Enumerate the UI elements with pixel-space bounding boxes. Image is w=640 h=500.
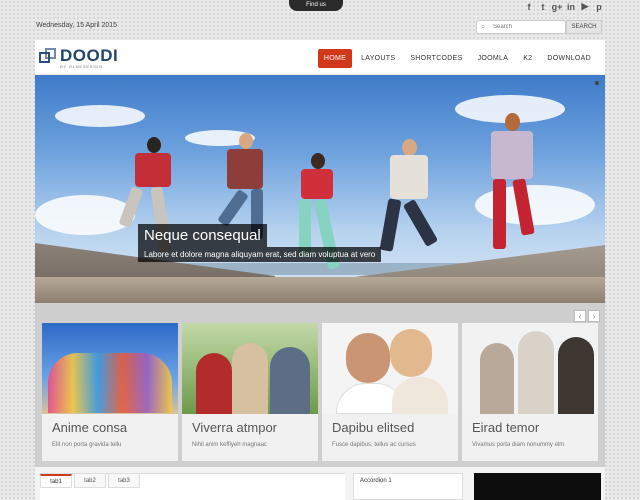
logo-text[interactable]: DOODI [60,46,118,66]
header: DOODI BY OLNESERIDN HOME LAYOUTS SHORTCO… [35,40,605,75]
tab-2[interactable]: tab2 [74,474,106,488]
ground [35,277,605,303]
youtube-icon[interactable]: ▶ [580,1,590,12]
carousel-card[interactable]: Viverra atmpor Nihil anim keffiyeh magna… [182,323,318,461]
logo-tagline: BY OLNESERIDN [60,64,103,69]
nav-layouts[interactable]: LAYOUTS [355,49,401,68]
card-title[interactable]: Anime consa [42,414,178,439]
slide-indicator[interactable] [595,81,599,85]
nav-download[interactable]: DOWNLOAD [541,49,597,68]
tab-3[interactable]: tab3 [108,474,140,488]
carousel-prev-button[interactable]: ‹ [574,310,586,322]
carousel-next-button[interactable]: › [588,310,600,322]
slide-text: Labore et dolore magna aliquyam erat, se… [138,247,382,262]
search-button[interactable]: SEARCH [566,20,602,34]
nav-k2[interactable]: K2 [517,49,538,68]
card-text: Fusce dapibus, tellus ac cursus [332,442,416,448]
card-title[interactable]: Eirad temor [462,414,598,439]
google-plus-icon[interactable]: g+ [552,1,563,12]
main-container: DOODI BY OLNESERIDN HOME LAYOUTS SHORTCO… [35,40,605,500]
card-image[interactable] [42,323,178,414]
card-image[interactable] [462,323,598,414]
facebook-icon[interactable]: f [524,1,534,12]
tab-1[interactable]: tab1 [40,474,72,488]
slide-title: Neque consequal [138,224,267,247]
card-text: Nihil anim keffiyeh magnaac [192,442,267,448]
logo-icon[interactable] [39,48,57,66]
nav-shortcodes[interactable]: SHORTCODES [404,49,468,68]
card-title[interactable]: Dapibu elitsed [322,414,458,439]
social-icons: f t g+ in ▶ p [524,1,604,12]
card-image[interactable] [182,323,318,414]
card-title[interactable]: Viverra atmpor [182,414,318,439]
card-text: Vivamus porta diam nonummy elm [472,442,565,448]
current-date: Wednesday, 15 April 2015 [36,22,118,29]
card-text: Elit non porta gravida tellu [52,442,122,448]
accordion-widget[interactable]: Accordion 1 [353,473,463,500]
linkedin-icon[interactable]: in [566,1,576,12]
tabs-widget: tab1 tab2 tab3 [40,473,345,500]
nav-home[interactable]: HOME [317,49,353,68]
carousel-card[interactable]: Anime consa Elit non porta gravida tellu [42,323,178,461]
carousel-card[interactable]: Eirad temor Vivamus porta diam nonummy e… [462,323,598,461]
bottom-section: tab1 tab2 tab3 Accordion 1 [35,467,605,500]
hero-slider[interactable]: Neque consequal Labore et dolore magna a… [35,75,605,303]
nav-joomla[interactable]: JOOMLA [472,49,515,68]
carousel-card[interactable]: Dapibu elitsed Fusce dapibus, tellus ac … [322,323,458,461]
pinterest-icon[interactable]: p [594,1,604,12]
search-icon: ⌕ [481,22,486,31]
main-nav: HOME LAYOUTS SHORTCODES JOOMLA K2 DOWNLO… [317,49,597,68]
twitter-icon[interactable]: t [538,1,548,12]
find-us-tab[interactable]: Find us [289,0,343,11]
cloud-shape [35,195,135,235]
card-image[interactable] [322,323,458,414]
accordion-title[interactable]: Accordion 1 [360,478,392,484]
video-player[interactable] [474,473,601,500]
search-input[interactable] [476,20,566,34]
cloud-shape [55,105,145,127]
